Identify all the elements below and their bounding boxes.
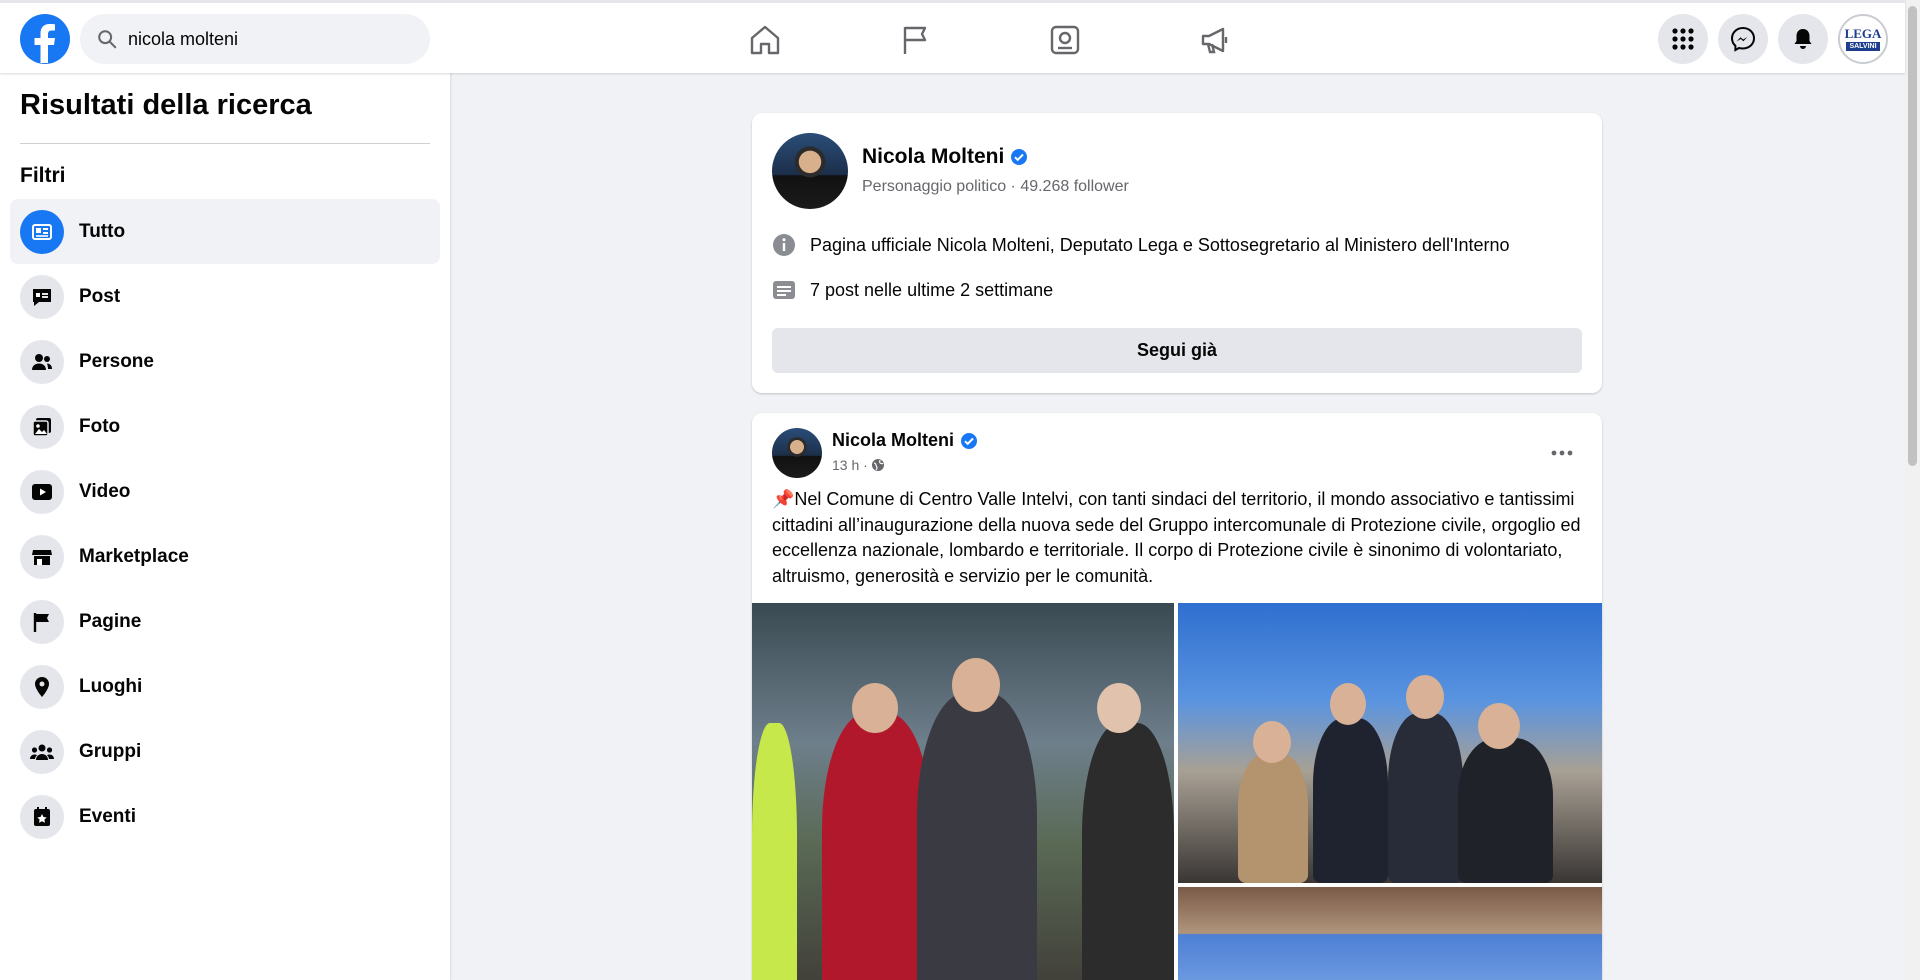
nav-ads[interactable] xyxy=(1140,3,1290,76)
filter-label: Tutto xyxy=(79,220,126,242)
profile-avatar[interactable]: LEGA SALVINI xyxy=(1838,14,1888,64)
filter-label: Eventi xyxy=(79,805,137,827)
page-activity: 7 post nelle ultime 2 settimane xyxy=(810,279,1054,300)
filter-item-persone[interactable]: Persone xyxy=(10,329,440,394)
filter-item-post[interactable]: Post xyxy=(10,264,440,329)
post-icon xyxy=(33,288,51,306)
post-photo[interactable] xyxy=(1178,603,1602,883)
verified-badge-icon xyxy=(1011,149,1028,165)
verified-badge-icon xyxy=(961,432,978,449)
search-filters-sidebar: Risultati della ricerca Filtri Tutto Pos… xyxy=(0,73,450,980)
post-timestamp[interactable]: 13 h · xyxy=(832,457,868,473)
pages-flag-icon xyxy=(33,612,49,632)
location-pin-icon xyxy=(35,676,49,697)
nav-gaming[interactable] xyxy=(990,3,1140,76)
top-navigation-bar: nicola molteni LEGA SALVINI xyxy=(0,0,1905,73)
marketplace-icon xyxy=(32,549,52,565)
filter-item-foto[interactable]: Foto xyxy=(10,394,440,459)
post-card: Nicola Molteni 13 h · 📌Nel Comune di Cen… xyxy=(752,413,1602,980)
filter-item-tutto[interactable]: Tutto xyxy=(10,199,440,264)
page-name[interactable]: Nicola Molteni xyxy=(862,145,1004,169)
search-query-text: nicola molteni xyxy=(128,28,239,49)
photo-icon xyxy=(32,417,51,437)
post-photo[interactable] xyxy=(752,603,1174,980)
search-input[interactable]: nicola molteni xyxy=(80,14,430,64)
page-subtitle: Personaggio politico · 49.268 follower xyxy=(862,178,1129,195)
page-scrollbar[interactable] xyxy=(1905,0,1920,980)
post-photo[interactable] xyxy=(1178,887,1602,980)
gaming-icon xyxy=(1050,25,1080,54)
following-button[interactable]: Segui già xyxy=(772,328,1582,373)
page-name-row[interactable]: Nicola Molteni xyxy=(862,145,1028,169)
messenger-icon xyxy=(1730,26,1756,52)
post-meta: 13 h · xyxy=(832,457,885,473)
sidebar-divider xyxy=(20,143,430,144)
filter-label: Gruppi xyxy=(79,740,142,762)
filter-label: Marketplace xyxy=(79,545,189,567)
scrollbar-thumb[interactable] xyxy=(1908,6,1917,466)
filter-label: Post xyxy=(79,285,121,307)
page-avatar[interactable] xyxy=(772,133,848,209)
events-icon xyxy=(34,806,50,826)
filter-item-marketplace[interactable]: Marketplace xyxy=(10,524,440,589)
ads-megaphone-icon xyxy=(1201,27,1228,53)
filter-item-luoghi[interactable]: Luoghi xyxy=(10,654,440,719)
notifications-bell-icon xyxy=(1794,29,1812,49)
sidebar-title: Risultati della ricerca xyxy=(20,89,312,121)
page-result-card: Nicola Molteni Personaggio politico · 49… xyxy=(752,113,1602,393)
home-icon xyxy=(750,25,780,54)
facebook-logo-icon[interactable] xyxy=(20,14,70,64)
filters-label: Filtri xyxy=(20,164,66,187)
filter-label: Pagine xyxy=(79,610,142,632)
post-options-button[interactable] xyxy=(1544,435,1580,471)
post-author-row[interactable]: Nicola Molteni xyxy=(832,430,978,451)
search-icon xyxy=(98,30,117,49)
post-author-name[interactable]: Nicola Molteni xyxy=(832,430,954,451)
more-options-icon xyxy=(1551,450,1573,456)
groups-icon xyxy=(30,744,54,760)
avatar-logo-sub: SALVINI xyxy=(1846,42,1880,51)
posts-count-icon xyxy=(773,281,795,299)
public-globe-icon xyxy=(871,459,884,471)
filter-item-gruppi[interactable]: Gruppi xyxy=(10,719,440,784)
avatar-logo-text: LEGA xyxy=(1844,26,1882,41)
info-icon xyxy=(773,234,795,256)
nav-pages[interactable] xyxy=(840,3,990,76)
page-activity-row: 7 post nelle ultime 2 settimane xyxy=(772,278,1053,302)
page-description: Pagina ufficiale Nicola Molteni, Deputat… xyxy=(810,234,1510,255)
page-description-row: Pagina ufficiale Nicola Molteni, Deputat… xyxy=(772,233,1510,257)
post-text: 📌Nel Comune di Centro Valle Intelvi, con… xyxy=(772,489,1581,586)
filter-item-eventi[interactable]: Eventi xyxy=(10,784,440,849)
filter-label: Foto xyxy=(79,415,121,437)
post-photo-grid xyxy=(752,603,1602,980)
menu-grid-icon xyxy=(1672,28,1694,50)
all-results-icon xyxy=(32,223,52,240)
people-icon xyxy=(32,353,52,370)
video-icon xyxy=(32,483,52,500)
post-author-avatar[interactable] xyxy=(772,428,822,478)
messenger-button[interactable] xyxy=(1718,14,1768,64)
notifications-button[interactable] xyxy=(1778,14,1828,64)
filter-label: Luoghi xyxy=(79,675,143,697)
filter-item-pagine[interactable]: Pagine xyxy=(10,589,440,654)
filter-item-video[interactable]: Video xyxy=(10,459,440,524)
menu-button[interactable] xyxy=(1658,14,1708,64)
pages-flag-icon xyxy=(903,26,927,54)
filter-label: Persone xyxy=(79,350,154,372)
nav-home[interactable] xyxy=(690,3,840,76)
filter-label: Video xyxy=(79,480,131,502)
